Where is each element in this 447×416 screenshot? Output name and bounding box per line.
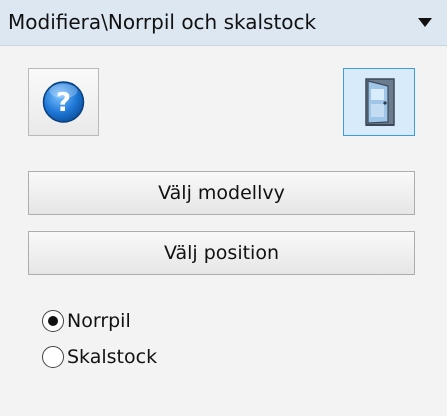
choose-position-button[interactable]: Välj position <box>28 231 415 275</box>
radio-label-scale-bar: Skalstock <box>67 346 158 368</box>
radio-button-scale-bar[interactable] <box>42 346 64 368</box>
help-icon: ? <box>29 81 98 139</box>
help-button[interactable]: ? <box>28 68 99 136</box>
panel-title: Modifiera\Norrpil och skalstock <box>8 10 317 34</box>
chevron-down-icon[interactable] <box>414 15 436 31</box>
radio-option-north-arrow[interactable]: Norrpil <box>42 306 131 336</box>
radio-button-north-arrow[interactable] <box>42 310 64 332</box>
radio-label-north-arrow: Norrpil <box>67 310 131 332</box>
exit-button[interactable] <box>343 68 415 136</box>
radio-option-scale-bar[interactable]: Skalstock <box>42 342 157 372</box>
panel-title-bar: Modifiera\Norrpil och skalstock <box>0 0 447 46</box>
choose-modelview-button[interactable]: Välj modellvy <box>28 171 415 215</box>
door-exit-icon <box>344 78 414 139</box>
modify-panel: Modifiera\Norrpil och skalstock ? Välj m… <box>0 0 447 416</box>
svg-text:?: ? <box>56 88 71 118</box>
